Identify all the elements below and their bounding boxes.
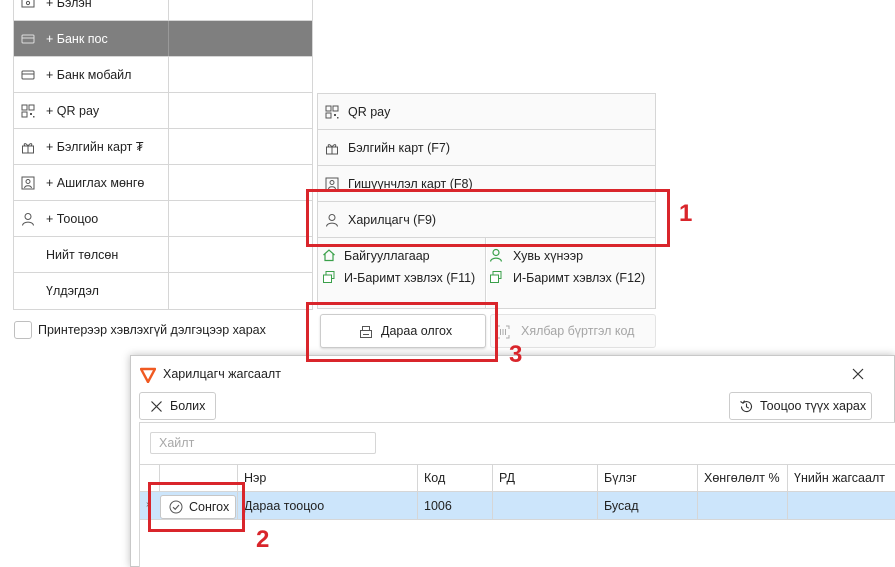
app-logo-icon <box>139 367 157 384</box>
search-input[interactable] <box>151 433 375 453</box>
cell-code: 1006 <box>417 492 492 519</box>
gift-icon <box>21 140 35 154</box>
cell-group: Бусад <box>597 492 697 519</box>
search-field[interactable] <box>150 432 376 454</box>
payment-amount-cell[interactable] <box>169 93 312 128</box>
qr-pay-label: QR pay <box>348 104 391 119</box>
organization-ebarimt-button[interactable]: Байгууллагаар И-Баримт хэвлэх (F11) <box>318 238 486 308</box>
payment-row-label: Нийт төлсөн <box>46 247 119 262</box>
settlement-history-button[interactable]: Тооцоо түүх харах <box>729 392 872 420</box>
payment-amount-cell[interactable] <box>169 0 312 20</box>
cash-icon <box>21 0 35 10</box>
organization-label: Байгууллагаар <box>344 249 430 263</box>
payment-row-label: + Банк пос <box>46 31 108 46</box>
annotation-box-1 <box>306 189 670 247</box>
payment-row-label: Үлдэгдэл <box>46 284 99 298</box>
payment-amount-cell[interactable] <box>169 57 312 92</box>
qr-icon <box>325 105 339 119</box>
payment-row-bank-mobile[interactable]: + Банк мобайл <box>14 57 312 93</box>
user-card-icon <box>21 176 35 190</box>
cell-discount <box>697 492 787 519</box>
payment-amount-cell[interactable] <box>169 21 312 56</box>
user-icon <box>489 248 503 262</box>
payment-amount-cell <box>169 237 312 272</box>
column-header-rd[interactable]: РД <box>492 465 597 491</box>
gift-card-label: Бэлгийн карт (F7) <box>348 140 450 155</box>
payment-table: + Бэлэн + Банк пос + Банк мобайл + QR pa… <box>13 0 313 310</box>
card-icon <box>21 32 35 46</box>
column-header-code[interactable]: Код <box>417 465 492 491</box>
cell-rd <box>492 492 597 519</box>
home-icon <box>322 248 336 262</box>
annotation-number-1: 1 <box>679 200 693 227</box>
payment-row-gift-card[interactable]: + Бэлгийн карт ₮ <box>14 129 312 165</box>
cancel-button[interactable]: Болих <box>139 392 216 420</box>
grid-header: Нэр Код РД Бүлэг Хөнгөлөлт % Үнийн жагса… <box>140 464 895 492</box>
print-without-screen-checkbox[interactable] <box>14 321 32 339</box>
payment-row-label: + QR pay <box>46 103 100 118</box>
ind-ebarimt-label: И-Баримт хэвлэх (F12) <box>513 271 646 285</box>
payment-amount-cell <box>169 273 312 309</box>
qr-icon <box>21 104 35 118</box>
customer-list-dialog: Харилцагч жагсаалт Болих Тооцоо түүх хар… <box>130 355 895 567</box>
barcode-scan-icon <box>496 325 510 339</box>
payment-amount-cell[interactable] <box>169 201 312 236</box>
qr-pay-button[interactable]: QR pay <box>318 94 655 130</box>
payment-row-bank-pos[interactable]: + Банк пос <box>14 21 312 57</box>
card-icon <box>21 68 35 82</box>
column-header-price-list[interactable]: Үнийн жагсаалт <box>787 465 895 491</box>
payment-row-label: + Бэлгийн карт ₮ <box>46 139 144 154</box>
individual-label: Хувь хүнээр <box>513 249 584 263</box>
annotation-box-2 <box>148 482 245 532</box>
table-row[interactable]: › Сонгох Дараа тооцоо 1006 Бусад <box>140 492 895 520</box>
payment-row-label: + Тооцоо <box>46 211 99 226</box>
user-icon <box>21 212 35 226</box>
payment-row-label: + Бэлэн <box>46 0 92 10</box>
payment-row-cash[interactable]: + Бэлэн <box>14 0 312 21</box>
receipt-icon <box>489 270 503 284</box>
column-header-group[interactable]: Бүлэг <box>597 465 697 491</box>
payment-row-qr-pay[interactable]: + QR pay <box>14 93 312 129</box>
payment-amount-cell[interactable] <box>169 129 312 164</box>
column-header-name[interactable]: Нэр <box>237 465 417 491</box>
payment-row-balance: Үлдэгдэл <box>14 273 312 309</box>
cell-name: Дараа тооцоо <box>237 492 417 519</box>
payment-row-settlement[interactable]: + Тооцоо <box>14 201 312 237</box>
annotation-number-3: 3 <box>509 341 523 368</box>
cell-price-list <box>787 492 895 519</box>
settlement-history-label: Тооцоо түүх харах <box>760 399 867 413</box>
easy-register-label: Хялбар бүртгэл код <box>521 324 635 338</box>
individual-ebarimt-button[interactable]: Хувь хүнээр И-Баримт хэвлэх (F12) <box>487 238 655 308</box>
gift-card-button[interactable]: Бэлгийн карт (F7) <box>318 130 655 166</box>
history-icon <box>739 399 754 414</box>
payment-row-usable-money[interactable]: + Ашиглах мөнгө <box>14 165 312 201</box>
close-icon <box>150 400 163 413</box>
gift-icon <box>325 141 339 155</box>
annotation-number-2: 2 <box>256 526 270 553</box>
payment-amount-cell[interactable] <box>169 165 312 200</box>
payment-row-label: + Ашиглах мөнгө <box>46 175 145 190</box>
receipt-icon <box>322 270 336 284</box>
column-header-discount[interactable]: Хөнгөлөлт % <box>697 465 787 491</box>
close-icon[interactable] <box>851 367 865 381</box>
cancel-label: Болих <box>170 399 206 413</box>
dialog-title: Харилцагч жагсаалт <box>163 367 281 381</box>
org-ebarimt-label: И-Баримт хэвлэх (F11) <box>344 271 476 285</box>
payment-row-total-paid: Нийт төлсөн <box>14 237 312 273</box>
print-without-screen-label: Принтерээр хэвлэхгүй дэлгэцээр харах <box>38 323 266 337</box>
payment-row-label: + Банк мобайл <box>46 67 132 82</box>
customer-grid: Нэр Код РД Бүлэг Хөнгөлөлт % Үнийн жагса… <box>139 422 895 567</box>
annotation-box-3 <box>306 302 498 362</box>
